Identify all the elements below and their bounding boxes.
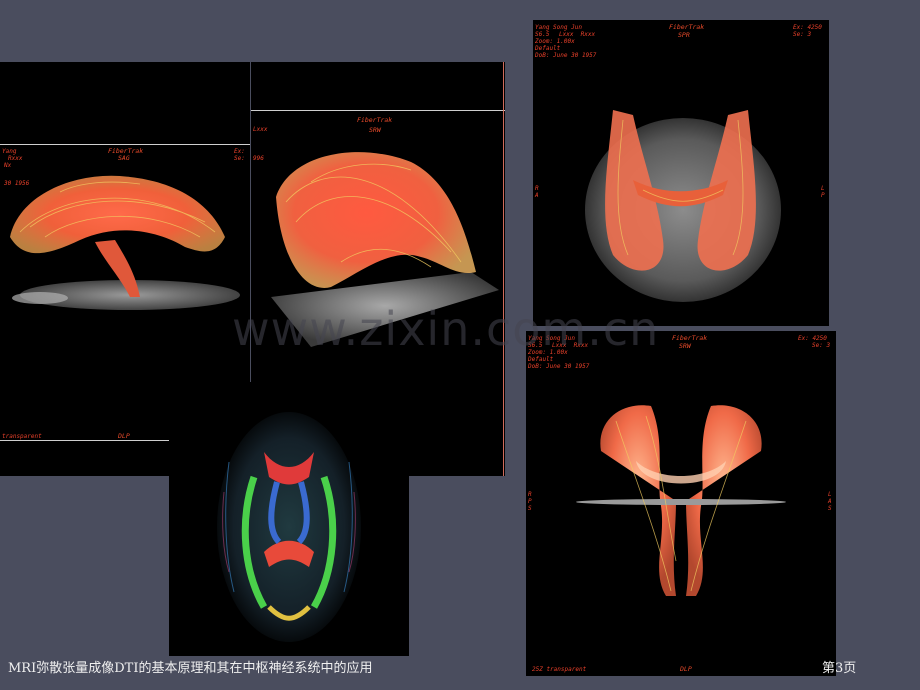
color-fa-image <box>217 412 361 642</box>
coronal-tractography-bottom: Yang Song Jun S6.5 Lxxx Rxxx Zoom: 1.00x… <box>526 331 836 676</box>
fiber-bundle-image <box>585 110 781 302</box>
overlay-transparent: transparent <box>2 433 42 440</box>
slide-footer-title: MRI弥散张量成像DTI的基本原理和其在中枢神经系统中的应用 <box>8 661 373 676</box>
overlay-dlp: DLP <box>118 432 130 440</box>
fiber-bundle-image <box>576 405 786 596</box>
watermark: www.zixin.com.cn <box>232 302 660 356</box>
dti-color-fa-map <box>169 382 409 656</box>
page-number: 第3页 <box>822 661 857 676</box>
axial-tractography-top: Yang Song Jun S6.5 Lxxx Rxxx Zoom: 1.00x… <box>533 20 829 326</box>
